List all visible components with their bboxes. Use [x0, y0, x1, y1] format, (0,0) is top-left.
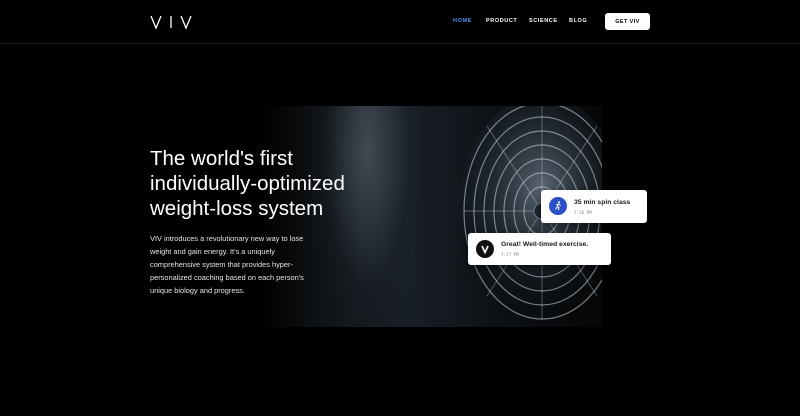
- notification-time: 7:37 PM: [501, 252, 519, 257]
- hero-description-line: personalized coaching based on each pers…: [150, 273, 304, 282]
- nav-science-link[interactable]: SCIENCE: [529, 18, 558, 24]
- notification-title: 35 min spin class: [574, 199, 631, 206]
- page: HOME PRODUCT SCIENCE BLOG GET VIV The wo…: [0, 0, 800, 416]
- nav-blog-link[interactable]: BLOG: [569, 18, 587, 24]
- nav-home-link[interactable]: HOME: [453, 18, 472, 24]
- hero-description-line: comprehensive system that provides hyper…: [150, 260, 293, 269]
- hero-headline-line: individually-optimized: [150, 172, 345, 195]
- notification-card-exercise: Great! Well-timed exercise. 7:37 PM: [468, 233, 611, 265]
- hero-description-line: weight and gain energy. It's a uniquely: [150, 247, 275, 256]
- running-person-icon: [549, 197, 567, 215]
- hero-description-line: unique biology and progress.: [150, 286, 245, 295]
- hero-headline: The world's first individually-optimized…: [150, 146, 390, 221]
- get-viv-button[interactable]: GET VIV: [605, 13, 650, 30]
- viv-logo[interactable]: [150, 14, 194, 30]
- viv-v-logo-icon: [476, 240, 494, 258]
- notification-title: Great! Well-timed exercise.: [501, 241, 589, 248]
- hero-headline-line: The world's first: [150, 147, 293, 170]
- hero-description: VIV introduces a revolutionary new way t…: [150, 232, 330, 297]
- site-header: HOME PRODUCT SCIENCE BLOG GET VIV: [0, 0, 800, 44]
- notification-card-spin-class: 35 min spin class 7:16 PM: [541, 190, 647, 223]
- nav-product-link[interactable]: PRODUCT: [486, 18, 517, 24]
- hero-headline-line: weight-loss system: [150, 197, 324, 220]
- notification-time: 7:16 PM: [574, 210, 592, 215]
- hero-description-line: VIV introduces a revolutionary new way t…: [150, 234, 304, 243]
